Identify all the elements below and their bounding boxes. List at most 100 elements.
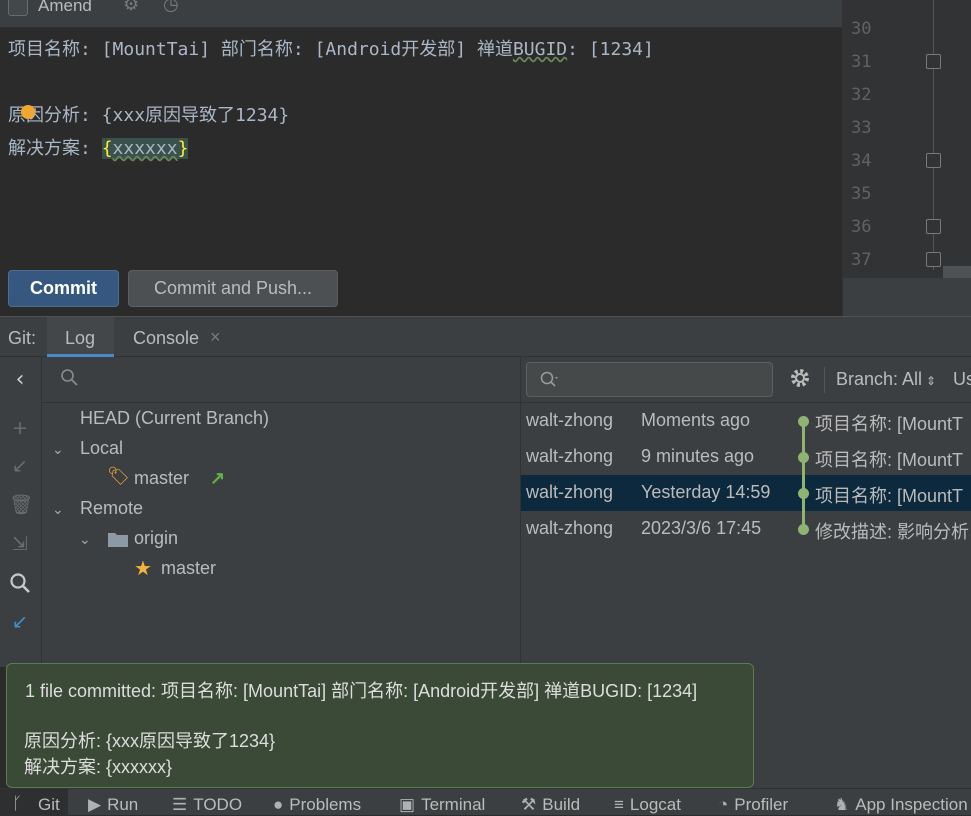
compare-icon[interactable]: ⇲	[9, 533, 31, 555]
fold-icon[interactable]	[926, 219, 941, 234]
play-icon: ▶	[88, 795, 102, 814]
tool-git[interactable]: ᚴ Git	[0, 789, 68, 816]
tool-terminal[interactable]: ▣ Terminal	[399, 795, 485, 815]
chevron-down-icon[interactable]: ⌄	[52, 441, 64, 458]
commit-row[interactable]: walt-zhong Moments ago 项目名称: [MountT	[521, 403, 971, 439]
commit-author: walt-zhong	[526, 410, 614, 430]
branch-search-bar[interactable]	[42, 357, 520, 403]
commit-row[interactable]: walt-zhong 9 minutes ago 项目名称: [MountT	[521, 439, 971, 475]
bottom-tool-bar: ᚴ Git ▶ Run ☰ TODO ● Problems ▣ Terminal ⚒ Bu…	[0, 788, 971, 816]
tab-log[interactable]: Log	[47, 317, 114, 357]
tag-icon: 🏷	[107, 466, 130, 486]
branch-filter-dropdown[interactable]: Branch: All ⇕	[836, 369, 936, 390]
collapse-panel-icon[interactable]: ‹	[9, 369, 31, 391]
commit-author: walt-zhong	[526, 518, 614, 538]
line-number: 34	[851, 151, 872, 171]
terminal-icon: ▣	[399, 795, 416, 814]
tab-console[interactable]: Console	[133, 328, 199, 349]
fetch-icon[interactable]: ↙	[9, 611, 31, 633]
fold-icon[interactable]	[926, 153, 941, 168]
tool-problems[interactable]: ● Problems	[273, 795, 361, 815]
tool-app-inspection[interactable]: ♞ App Inspection	[834, 795, 968, 815]
fold-icon[interactable]	[926, 252, 941, 267]
tool-run[interactable]: ▶ Run	[88, 795, 138, 815]
commit-date: 2023/3/6 17:45	[641, 518, 762, 538]
new-branch-icon[interactable]: +	[9, 417, 31, 439]
tool-build[interactable]: ⚒ Build	[521, 795, 580, 815]
commit-row[interactable]: walt-zhong 2023/3/6 17:45 修改描述: 影响分析	[521, 511, 971, 547]
tool-profiler[interactable]: ◔ Profiler	[718, 795, 788, 815]
commit-date: Moments ago	[641, 410, 751, 430]
branch-group-local[interactable]: Local	[80, 438, 123, 459]
amend-bar: Amend ⚙ ◷	[0, 0, 842, 28]
tool-build-label: Build	[542, 795, 581, 814]
branch-group-remote[interactable]: Remote	[80, 498, 143, 519]
delete-icon[interactable]: 🗑	[9, 494, 33, 516]
commit-graph-node	[798, 416, 809, 427]
branch-head[interactable]: HEAD (Current Branch)	[80, 408, 269, 429]
chevron-down-icon[interactable]: ⌄	[52, 501, 64, 518]
commit-message: 项目名称: [MountT	[815, 450, 964, 470]
log-search-input[interactable]	[526, 362, 773, 397]
star-icon: ★	[134, 558, 152, 580]
tab-log-label: Log	[65, 328, 96, 348]
code-gutter: 30 31 32 33 34 35 36 37 pre	[842, 0, 971, 586]
commit-message-editor[interactable]: 项目名称: [MountTai] 部门名称: [Android开发部] 禅道BU…	[8, 33, 654, 165]
tool-app-inspection-label: App Inspection	[855, 795, 968, 814]
editor-tab-strip: pre	[843, 278, 971, 586]
msg-brace-close: }	[177, 138, 189, 159]
commit-message: 修改描述: 影响分析	[815, 522, 970, 542]
amend-checkbox[interactable]	[8, 0, 28, 16]
commit-graph-node	[798, 488, 809, 499]
branch-remote-origin[interactable]: origin	[134, 528, 178, 549]
fold-icon[interactable]	[926, 54, 941, 69]
msg-solution-value: xxxxxx	[112, 138, 178, 159]
branch-filter-label: Branch: All	[836, 369, 923, 389]
commit-graph-node	[798, 524, 809, 535]
commit-message: 项目名称: [MountT	[815, 486, 964, 506]
git-branch-icon: ᚴ	[12, 794, 23, 813]
lightbulb-icon[interactable]	[21, 105, 35, 119]
search-icon	[540, 371, 558, 387]
line-number: 33	[851, 118, 872, 138]
search-icon[interactable]	[9, 572, 31, 594]
tool-terminal-label: Terminal	[421, 795, 486, 814]
commit-notification[interactable]: 1 file committed: 项目名称: [MountTai] 部门名称:…	[6, 663, 754, 788]
msg-bugid-value: : [1234]	[567, 39, 654, 60]
notification-line: 解决方案: {xxxxxx}	[24, 757, 173, 777]
tool-git-label: Git	[38, 795, 60, 814]
amend-label: Amend	[38, 0, 92, 15]
msg-bugid-label: BUGID	[512, 39, 568, 60]
commit-date: 9 minutes ago	[641, 446, 755, 466]
msg-solution-label: 解决方案:	[8, 138, 91, 159]
close-icon[interactable]: ×	[210, 327, 221, 348]
commit-row-selected[interactable]: walt-zhong Yesterday 14:59 项目名称: [MountT	[521, 475, 971, 511]
line-number: 32	[851, 85, 872, 105]
search-icon	[61, 369, 78, 386]
logcat-icon: ≡	[614, 795, 624, 814]
commit-and-push-button[interactable]: Commit and Push...	[128, 270, 338, 307]
line-number: 37	[851, 250, 872, 270]
tool-todo-label: TODO	[193, 795, 243, 814]
horizontal-scrollbar[interactable]	[943, 266, 971, 278]
gear-icon[interactable]	[788, 366, 812, 390]
update-arrow-icon[interactable]: ↙	[9, 455, 31, 477]
user-filter-dropdown[interactable]: Us	[953, 369, 971, 390]
branch-remote-master[interactable]: master	[161, 558, 216, 579]
list-icon: ☰	[172, 795, 188, 814]
tool-problems-label: Problems	[289, 795, 362, 814]
msg-dept-value: [Android开发部]	[303, 39, 477, 60]
commit-button[interactable]: Commit	[8, 270, 119, 307]
git-tool-header: Git: Log Console ×	[0, 316, 971, 357]
history-icon[interactable]: ◷	[163, 0, 179, 15]
msg-dept-label: 部门名称:	[220, 39, 304, 60]
gear-icon[interactable]: ⚙	[123, 0, 139, 15]
outgoing-arrow-icon: ↗	[210, 468, 226, 488]
tool-logcat[interactable]: ≡ Logcat	[614, 795, 681, 815]
toolbar-separator	[824, 367, 825, 393]
commit-date: Yesterday 14:59	[641, 482, 771, 502]
chevron-down-icon[interactable]: ⌄	[79, 531, 91, 548]
branch-local-master[interactable]: master	[134, 468, 189, 489]
branches-panel: HEAD (Current Branch) ⌄ Local 🏷 master ↗…	[42, 357, 521, 667]
tool-todo[interactable]: ☰ TODO	[172, 795, 242, 815]
